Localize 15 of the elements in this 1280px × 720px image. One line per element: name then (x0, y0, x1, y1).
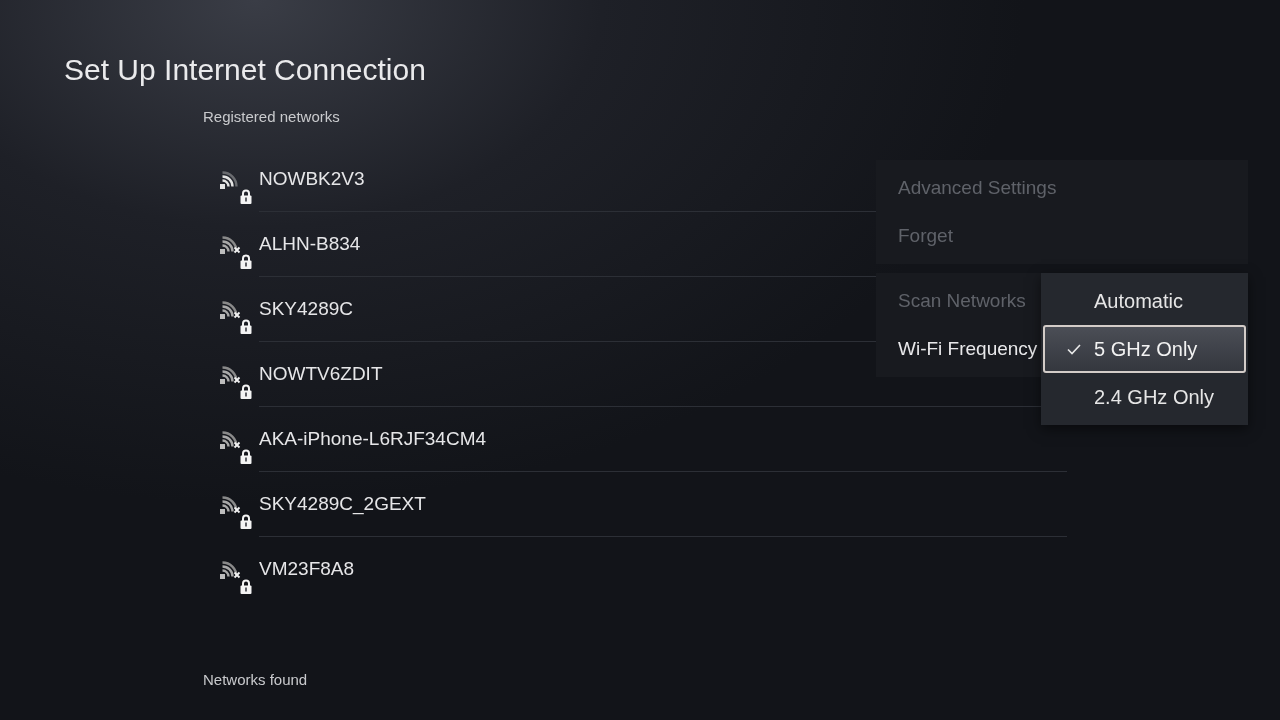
section-label: Registered networks (203, 108, 340, 126)
section-label: Networks found (203, 671, 308, 689)
network-name[interactable]: VM23F8A8 (259, 557, 355, 581)
network-name[interactable]: SKY4289C_2GEXT (259, 492, 426, 516)
page-title: Set Up Internet Connection (64, 52, 426, 88)
frequency-option[interactable]: 2.4 GHz Only (1043, 373, 1246, 421)
network-name[interactable]: AKA-iPhone-L6RJF34CM4 (259, 427, 487, 451)
network-name[interactable]: NOWTV6ZDIT (259, 362, 383, 386)
network-name[interactable]: NOWBK2V3 (259, 167, 365, 191)
menu-item[interactable]: Wi-Fi Frequency (876, 325, 1038, 373)
frequency-option[interactable]: 5 GHz Only (1043, 325, 1246, 373)
network-name[interactable]: ALHN-B834 (259, 232, 361, 256)
frequency-option[interactable]: Automatic (1043, 277, 1246, 325)
network-name[interactable]: SKY4289C (259, 297, 353, 321)
check-icon (1066, 343, 1081, 355)
